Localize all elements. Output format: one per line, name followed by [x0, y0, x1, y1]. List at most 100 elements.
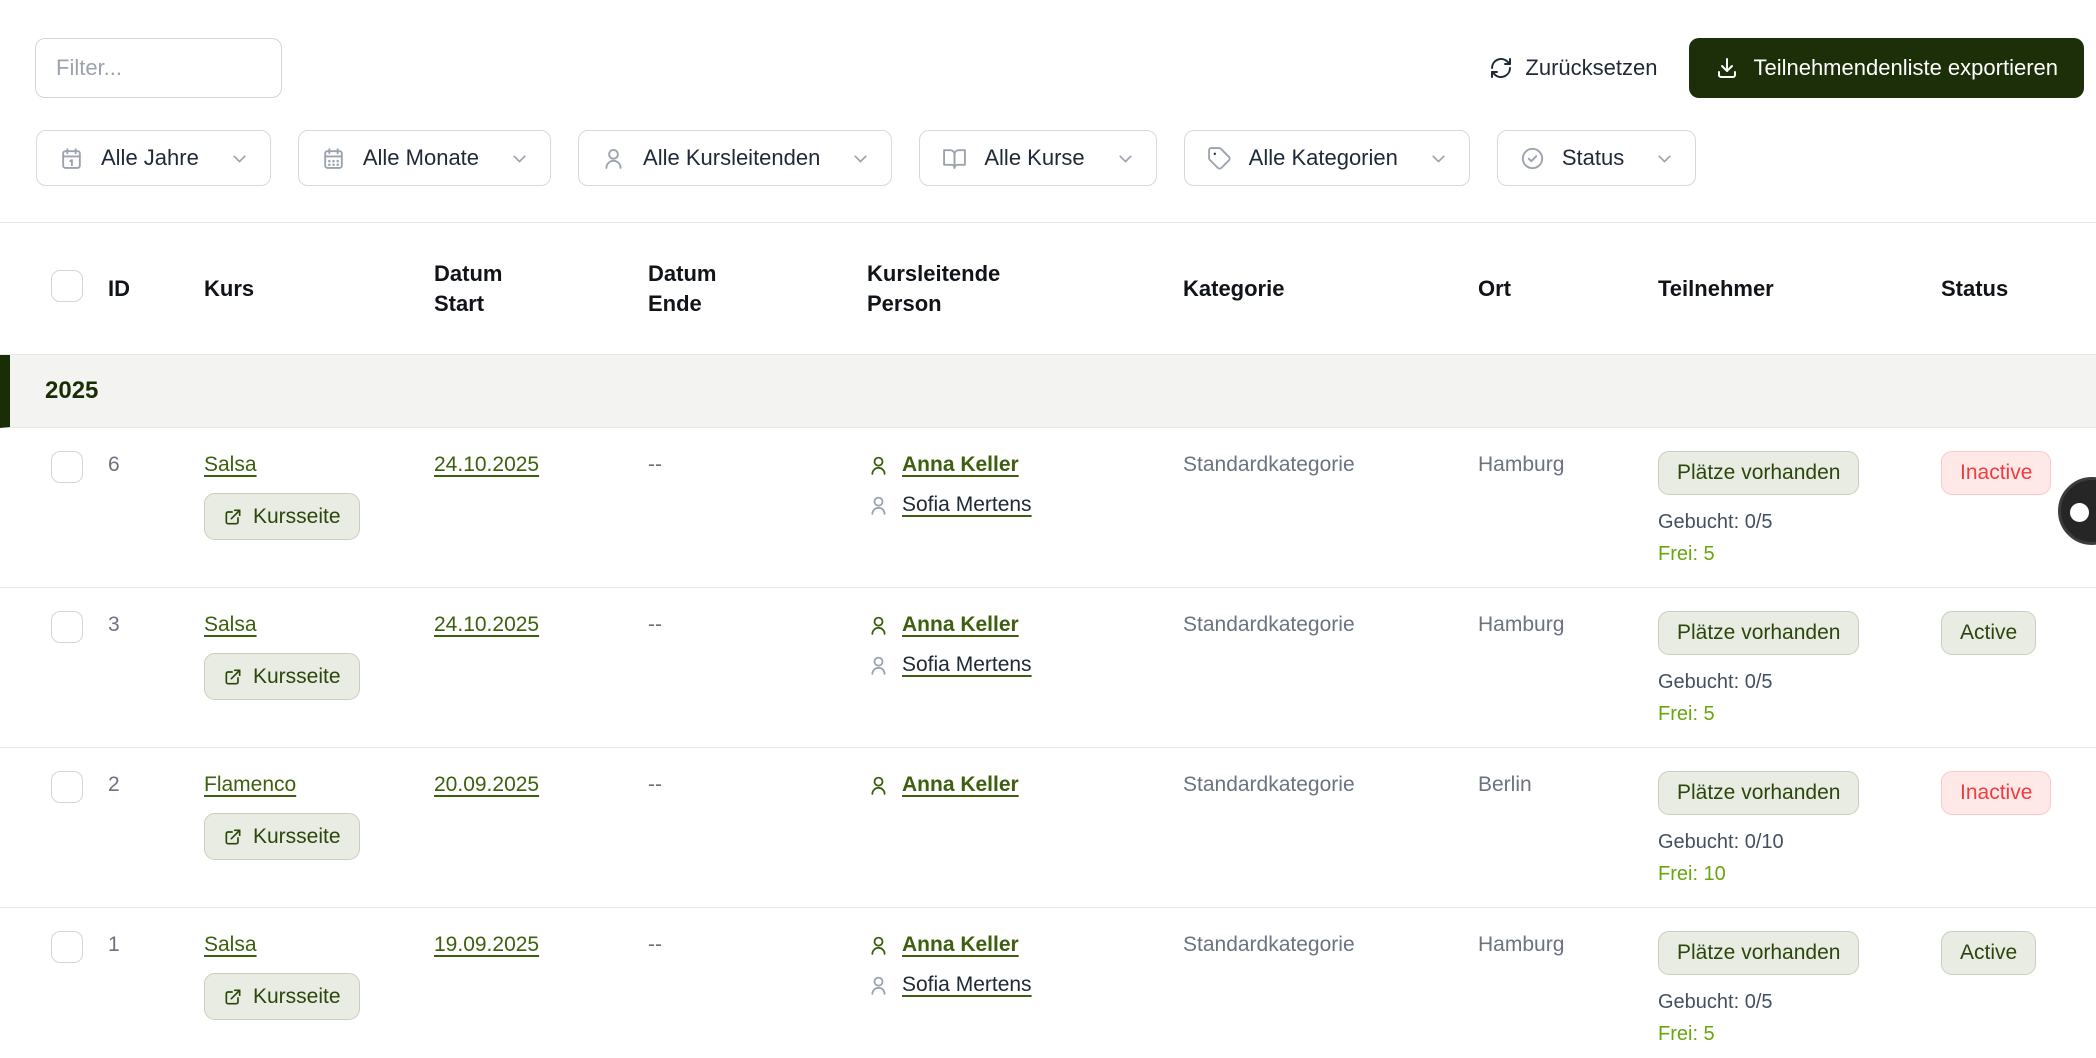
row-checkbox[interactable]	[51, 451, 83, 483]
course-leader: Sofia Mertens	[867, 973, 1183, 997]
filter-input[interactable]	[35, 38, 282, 98]
location-value: Berlin	[1478, 773, 1532, 796]
cell-kategorie: Standardkategorie	[1183, 451, 1478, 566]
table-row: 6 Salsa Kursseite 24.10.2025 -- Anna Kel…	[0, 428, 2096, 588]
course-link[interactable]: Salsa	[204, 611, 257, 637]
cell-ort: Hamburg	[1478, 931, 1658, 1046]
external-link-icon	[225, 669, 241, 684]
person-icon	[867, 974, 890, 997]
col-header-kategorie: Kategorie	[1183, 275, 1285, 301]
courses-table: ID Kurs Datum Start Datum Ende Kursleite…	[0, 222, 2096, 1058]
category-value: Standardkategorie	[1183, 613, 1355, 636]
external-link-icon	[225, 509, 241, 524]
booked-count: Gebucht: 0/5	[1658, 511, 1773, 533]
person-icon	[867, 774, 890, 797]
user-icon	[601, 146, 626, 171]
course-leader: Anna Keller	[867, 613, 1183, 637]
course-page-label: Kursseite	[253, 824, 341, 848]
col-header-datum-start: Datum Start	[434, 260, 503, 316]
leader-link[interactable]: Sofia Mertens	[902, 493, 1032, 517]
cell-kursleitende: Anna Keller Sofia Mertens	[867, 931, 1183, 1046]
cell-ort: Hamburg	[1478, 611, 1658, 726]
external-link-icon	[225, 829, 241, 844]
availability-badge: Plätze vorhanden	[1658, 451, 1860, 495]
filter-select-status[interactable]: Status	[1496, 130, 1697, 186]
leader-link[interactable]: Anna Keller	[902, 453, 1019, 477]
tag-icon	[1207, 146, 1232, 171]
filter-select-alle-kursleitenden[interactable]: Alle Kursleitenden	[578, 130, 893, 186]
leader-link[interactable]: Anna Keller	[902, 613, 1019, 637]
course-page-button[interactable]: Kursseite	[204, 973, 360, 1020]
cell-kategorie: Standardkategorie	[1183, 771, 1478, 886]
course-page-button[interactable]: Kursseite	[204, 653, 360, 700]
toolbar: Zurücksetzen Teilnehmendenliste exportie…	[0, 0, 2096, 98]
course-link[interactable]: Flamenco	[204, 771, 296, 797]
course-leader: Anna Keller	[867, 773, 1183, 797]
export-label: Teilnehmendenliste exportieren	[1753, 55, 2058, 80]
booked-count: Gebucht: 0/5	[1658, 671, 1773, 693]
course-page-button[interactable]: Kursseite	[204, 493, 360, 540]
cell-datum-ende: --	[648, 931, 867, 1046]
course-page-button[interactable]: Kursseite	[204, 813, 360, 860]
category-value: Standardkategorie	[1183, 933, 1355, 956]
check-circle-icon	[1520, 146, 1545, 171]
chevron-down-icon	[509, 148, 530, 169]
row-checkbox[interactable]	[51, 611, 83, 643]
leader-link[interactable]: Sofia Mertens	[902, 973, 1032, 997]
cell-teilnehmer: Plätze vorhanden Gebucht: 0/10 Frei: 10	[1658, 771, 1941, 886]
book-open-icon	[942, 146, 967, 171]
toolbar-actions: Zurücksetzen Teilnehmendenliste exportie…	[1489, 38, 2084, 98]
cell-datum-start: 20.09.2025	[434, 771, 648, 886]
cell-kursleitende: Anna Keller Sofia Mertens	[867, 451, 1183, 566]
cell-teilnehmer: Plätze vorhanden Gebucht: 0/5 Frei: 5	[1658, 451, 1941, 566]
reset-filters-button[interactable]: Zurücksetzen	[1489, 55, 1657, 81]
course-link[interactable]: Salsa	[204, 931, 257, 957]
filter-select-alle-kurse[interactable]: Alle Kurse	[919, 130, 1157, 186]
export-participants-button[interactable]: Teilnehmendenliste exportieren	[1689, 38, 2084, 98]
filter-select-alle-monate[interactable]: Alle Monate	[297, 130, 552, 186]
leader-link[interactable]: Anna Keller	[902, 773, 1019, 797]
calendar-icon	[59, 146, 84, 171]
availability-badge: Plätze vorhanden	[1658, 771, 1860, 815]
leader-link[interactable]: Anna Keller	[902, 933, 1019, 957]
cell-kurs: Salsa Kursseite	[204, 451, 434, 566]
row-checkbox[interactable]	[51, 931, 83, 963]
start-date-link[interactable]: 24.10.2025	[434, 611, 539, 637]
leader-link[interactable]: Sofia Mertens	[902, 653, 1032, 677]
select-all-checkbox[interactable]	[51, 270, 83, 302]
cell-id: 6	[108, 453, 120, 476]
end-date-value: --	[648, 613, 662, 636]
course-page-label: Kursseite	[253, 984, 341, 1008]
course-leader: Anna Keller	[867, 453, 1183, 477]
status-badge: Active	[1941, 931, 2037, 975]
course-link[interactable]: Salsa	[204, 451, 257, 477]
start-date-link[interactable]: 24.10.2025	[434, 451, 539, 477]
cell-kursleitende: Anna Keller	[867, 771, 1183, 886]
chevron-down-icon	[229, 148, 250, 169]
location-value: Hamburg	[1478, 453, 1565, 476]
person-icon	[867, 654, 890, 677]
filter-select-alle-jahre[interactable]: Alle Jahre	[36, 130, 271, 186]
chevron-down-icon	[1654, 148, 1675, 169]
location-value: Hamburg	[1478, 613, 1565, 636]
cell-datum-ende: --	[648, 611, 867, 726]
start-date-link[interactable]: 20.09.2025	[434, 771, 539, 797]
free-count: Frei: 5	[1658, 703, 1715, 725]
row-checkbox[interactable]	[51, 771, 83, 803]
cell-kurs: Flamenco Kursseite	[204, 771, 434, 886]
availability-badge: Plätze vorhanden	[1658, 931, 1860, 975]
cell-datum-start: 19.09.2025	[434, 931, 648, 1046]
col-header-kursleitende: Kursleitende Person	[867, 260, 1001, 316]
start-date-link[interactable]: 19.09.2025	[434, 931, 539, 957]
end-date-value: --	[648, 773, 662, 796]
cell-kurs: Salsa Kursseite	[204, 931, 434, 1046]
free-count: Frei: 10	[1658, 863, 1726, 885]
chevron-down-icon	[850, 148, 871, 169]
table-row: 3 Salsa Kursseite 24.10.2025 -- Anna Kel…	[0, 588, 2096, 748]
cell-status: Active	[1941, 931, 2096, 1046]
filter-label: Alle Kurse	[984, 145, 1085, 170]
filter-select-alle-kategorien[interactable]: Alle Kategorien	[1183, 130, 1470, 186]
person-icon	[867, 614, 890, 637]
col-header-datum-ende: Datum Ende	[648, 260, 717, 316]
year-group-row: 2025	[0, 355, 2096, 428]
